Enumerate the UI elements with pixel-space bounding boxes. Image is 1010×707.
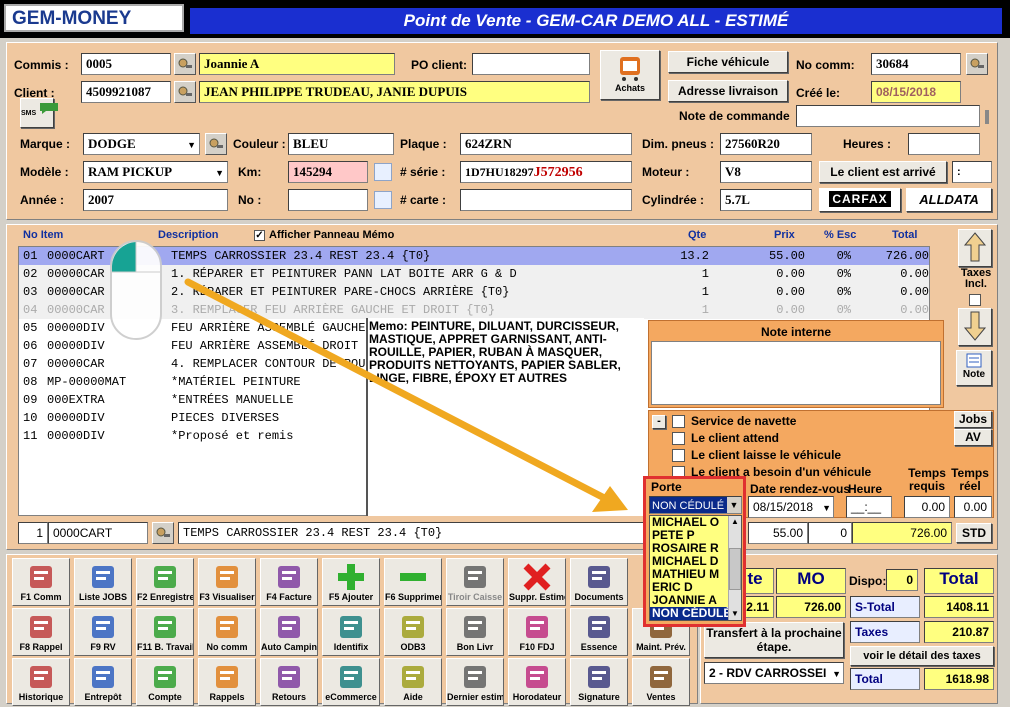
mouse-icon [110,240,162,340]
annotation-arrow [184,278,628,512]
